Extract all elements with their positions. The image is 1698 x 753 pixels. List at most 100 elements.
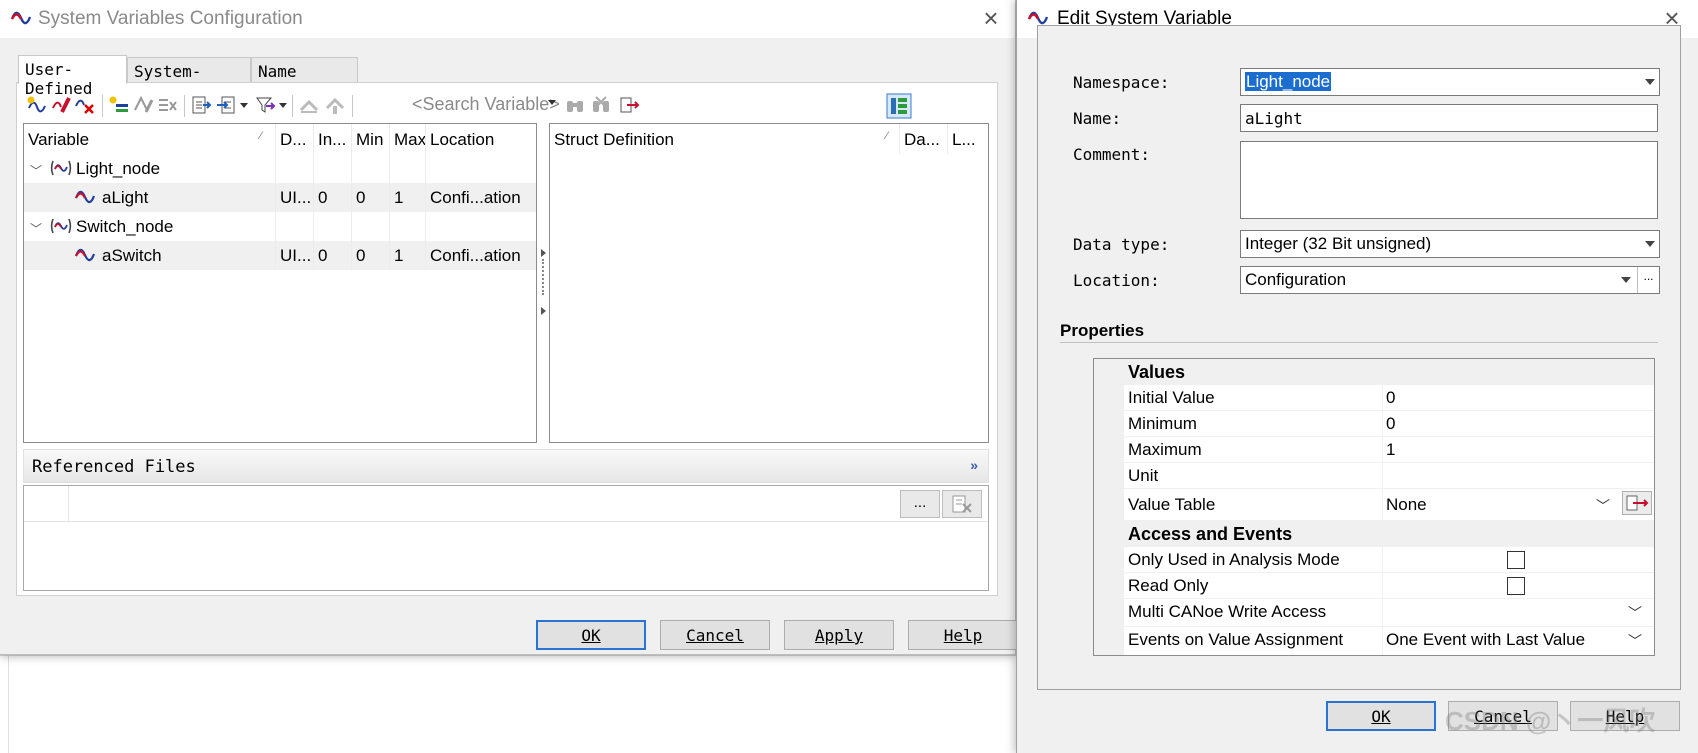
column-header-label: Variable: [28, 130, 90, 149]
property-value[interactable]: 1: [1386, 440, 1395, 460]
collapse-icon[interactable]: »: [970, 457, 978, 473]
expand-right-icon[interactable]: [541, 307, 546, 315]
column-header-initial[interactable]: In...: [314, 124, 352, 154]
cell-initial: 0: [314, 183, 352, 212]
sort-icon: ⁄: [886, 130, 888, 142]
goto-icon[interactable]: [618, 94, 640, 116]
dropdown-arrow-icon[interactable]: [1645, 241, 1655, 247]
category-access-events[interactable]: Access and Events: [1124, 521, 1654, 547]
tab-user-defined[interactable]: User-Defined: [18, 55, 127, 98]
search-dropdown-icon[interactable]: [548, 100, 556, 105]
expand-right-icon[interactable]: [541, 249, 546, 257]
property-value[interactable]: One Event with Last Value: [1386, 630, 1585, 650]
chevron-down-icon[interactable]: ﹀: [1596, 496, 1610, 516]
remove-file-button[interactable]: [942, 490, 982, 518]
properties-divider: [1060, 342, 1658, 343]
chevron-down-icon[interactable]: ﹀: [30, 162, 42, 179]
cancel-button[interactable]: Cancel: [660, 620, 770, 650]
column-header-max[interactable]: Max: [390, 124, 426, 154]
delete-namespace-icon[interactable]: [156, 94, 178, 116]
column-header-datatype[interactable]: Da...: [900, 124, 948, 154]
property-row-events[interactable]: Events on Value Assignment One Event wit…: [1124, 627, 1654, 655]
column-header-variable[interactable]: Variable: [24, 124, 276, 154]
property-name: Unit: [1128, 466, 1159, 485]
datatype-select[interactable]: Integer (32 Bit unsigned): [1240, 230, 1660, 258]
table-row[interactable]: ﹀ Switch_node: [24, 212, 536, 241]
column-header-location[interactable]: Location: [426, 124, 536, 154]
close-icon[interactable]: ×: [978, 5, 1004, 32]
namespace-name: Light_node: [72, 154, 276, 183]
comment-field[interactable]: [1240, 141, 1658, 219]
layout-toggle-icon[interactable]: [886, 93, 912, 119]
add-namespace-icon[interactable]: [108, 94, 130, 116]
ok-button[interactable]: OK: [1326, 701, 1436, 731]
find-clear-icon[interactable]: [590, 94, 612, 116]
filter-dropdown-icon[interactable]: [279, 103, 287, 108]
property-row-maximum[interactable]: Maximum 1: [1124, 437, 1654, 463]
help-button[interactable]: Help: [908, 620, 1018, 650]
table-row[interactable]: aSwitch UI... 0 0 1 Confi...ation: [24, 241, 536, 270]
column-header-struct-definition[interactable]: Struct Definition: [550, 124, 900, 154]
chevron-down-icon[interactable]: ﹀: [30, 220, 42, 237]
column-header-length[interactable]: L...: [948, 124, 988, 154]
property-row-initial-value[interactable]: Initial Value 0: [1124, 385, 1654, 411]
cell-max: [390, 212, 426, 241]
location-browse-button[interactable]: ...: [1637, 267, 1659, 293]
datatype-value: Integer (32 Bit unsigned): [1245, 234, 1432, 253]
property-name: Initial Value: [1128, 388, 1215, 407]
properties-title: Properties: [1060, 321, 1145, 340]
list-item[interactable]: ...: [24, 486, 988, 522]
property-value[interactable]: 0: [1386, 414, 1395, 434]
property-value[interactable]: None: [1386, 495, 1427, 515]
browse-file-button[interactable]: ...: [900, 490, 940, 518]
namespace-select[interactable]: Light_node: [1240, 68, 1660, 96]
import-icon[interactable]: [216, 94, 238, 116]
variable-name: aSwitch: [98, 241, 276, 270]
table-row[interactable]: ﹀ Light_node: [24, 154, 536, 183]
move-down-icon[interactable]: [324, 94, 346, 116]
analysis-mode-checkbox[interactable]: [1507, 551, 1525, 569]
property-row-value-table[interactable]: Value Table None ﹀: [1124, 489, 1654, 521]
name-field[interactable]: aLight: [1240, 104, 1658, 132]
column-header-datatype[interactable]: D...: [276, 124, 314, 154]
apply-button[interactable]: Apply: [784, 620, 894, 650]
property-row-unit[interactable]: Unit: [1124, 463, 1654, 489]
pane-splitter[interactable]: [537, 123, 549, 443]
find-icon[interactable]: [564, 94, 586, 116]
property-divider: [1382, 489, 1383, 521]
move-up-icon[interactable]: [298, 94, 320, 116]
referenced-files-header[interactable]: Referenced Files »: [23, 449, 989, 483]
column-header-min[interactable]: Min: [352, 124, 390, 154]
background-divider-vertical: [8, 655, 9, 753]
ok-button[interactable]: OK: [536, 620, 646, 650]
property-row-multi-write[interactable]: Multi CANoe Write Access ﹀: [1124, 599, 1654, 627]
namespace-name: Switch_node: [72, 212, 276, 241]
import-dropdown-icon[interactable]: [240, 103, 248, 108]
export-icon[interactable]: [190, 94, 212, 116]
dropdown-arrow-icon[interactable]: [1621, 277, 1631, 283]
property-row-read-only[interactable]: Read Only: [1124, 573, 1654, 599]
property-row-analysis-mode[interactable]: Only Used in Analysis Mode: [1124, 547, 1654, 573]
dropdown-arrow-icon[interactable]: [1645, 79, 1655, 85]
read-only-checkbox[interactable]: [1507, 577, 1525, 595]
filter-icon[interactable]: [254, 94, 276, 116]
background-app-area: [0, 655, 1016, 753]
property-grid-gutter: [1094, 359, 1124, 655]
property-divider: [1382, 411, 1383, 437]
variable-grid: Variable ⁄ D... In... Min Max Location ﹀…: [23, 123, 537, 443]
remove-file-icon: [952, 495, 972, 513]
property-value[interactable]: 0: [1386, 388, 1395, 408]
location-select[interactable]: Configuration ...: [1240, 266, 1660, 294]
table-row[interactable]: aLight UI... 0 0 1 Confi...ation: [24, 183, 536, 212]
tab-system-defined[interactable]: System-Defined: [127, 57, 251, 100]
cell-min: [352, 212, 390, 241]
cell-datatype: [276, 212, 314, 241]
value-table-edit-button[interactable]: [1622, 491, 1652, 515]
category-values[interactable]: Values: [1124, 359, 1654, 385]
property-row-minimum[interactable]: Minimum 0: [1124, 411, 1654, 437]
chevron-down-icon[interactable]: ﹀: [1628, 603, 1642, 623]
edit-namespace-icon[interactable]: [132, 94, 154, 116]
tab-name-display[interactable]: Name Display: [251, 57, 358, 100]
chevron-down-icon[interactable]: ﹀: [1628, 631, 1642, 651]
background-divider: [0, 655, 1016, 656]
